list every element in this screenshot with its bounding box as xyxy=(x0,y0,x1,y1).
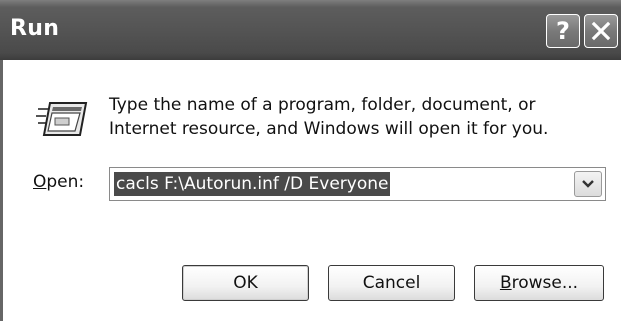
browse-button[interactable]: Browse... xyxy=(474,265,604,301)
close-icon xyxy=(591,21,611,41)
open-label-text: pen: xyxy=(46,172,85,192)
title-bar[interactable]: Run ? xyxy=(0,0,621,60)
cancel-button[interactable]: Cancel xyxy=(328,265,455,301)
cancel-button-label: Cancel xyxy=(362,273,421,293)
open-label-accelerator: O xyxy=(33,172,47,192)
instructions-line-1: Type the name of a program, folder, docu… xyxy=(109,95,536,115)
open-input[interactable]: cacls F:\Autorun.inf /D Everyone xyxy=(114,172,391,196)
help-button[interactable]: ? xyxy=(546,14,580,48)
chevron-down-icon xyxy=(582,180,594,188)
instructions-line-2: Internet resource, and Windows will open… xyxy=(109,119,549,139)
open-combobox[interactable]: cacls F:\Autorun.inf /D Everyone xyxy=(109,167,606,201)
close-button[interactable] xyxy=(584,14,618,48)
run-dialog: Run ? Type the name of a program, folder… xyxy=(0,0,621,321)
run-program-icon xyxy=(36,102,88,136)
open-label: Open: xyxy=(33,172,84,192)
instructions-text: Type the name of a program, folder, docu… xyxy=(109,93,548,141)
ok-button-label: OK xyxy=(233,273,258,293)
browse-button-label: rowse... xyxy=(511,273,579,293)
dropdown-button[interactable] xyxy=(574,171,602,197)
help-icon: ? xyxy=(556,17,570,45)
browse-accelerator: B xyxy=(499,273,512,293)
window-title: Run xyxy=(10,16,60,41)
ok-button[interactable]: OK xyxy=(182,265,309,301)
